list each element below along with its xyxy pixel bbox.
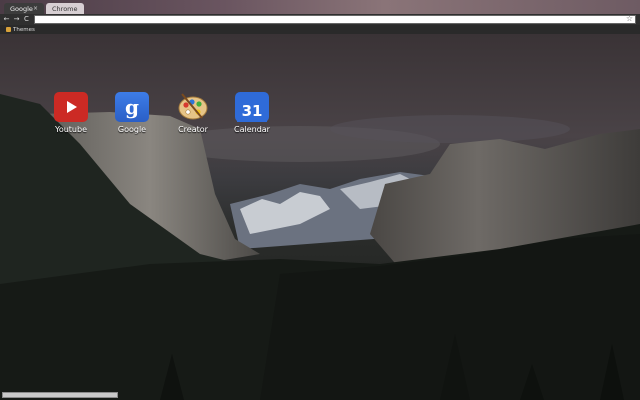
address-bar[interactable]: ☆ xyxy=(34,14,636,24)
reload-icon[interactable]: C xyxy=(22,14,31,25)
app-label: Google xyxy=(117,125,147,134)
app-calendar[interactable]: 31 Calendar xyxy=(224,92,280,134)
app-label: Creator xyxy=(178,125,208,134)
valley-landscape-image xyxy=(0,94,640,400)
app-youtube[interactable]: Youtube xyxy=(43,92,99,134)
bookmark-star-icon[interactable]: ☆ xyxy=(626,14,633,23)
google-icon: g xyxy=(115,92,149,122)
tab-google[interactable]: Google × xyxy=(4,3,44,14)
browser-toolbar: ← → C ☆ xyxy=(0,14,640,25)
tab-label: Chrome xyxy=(52,4,78,13)
tab-label: Google xyxy=(10,4,33,13)
app-label: Calendar xyxy=(234,125,270,134)
bookmarks-bar: Themes xyxy=(0,25,640,34)
new-tab-background: Youtube g Google Creator 31 Calendar xyxy=(0,34,640,400)
close-tab-icon[interactable]: × xyxy=(33,5,38,12)
back-arrow-icon[interactable]: ← xyxy=(2,14,11,25)
tab-chrome[interactable]: Chrome xyxy=(46,3,84,14)
app-google[interactable]: g Google xyxy=(104,92,160,134)
bookmark-label: Themes xyxy=(13,26,35,33)
youtube-icon xyxy=(54,92,88,122)
forward-arrow-icon[interactable]: → xyxy=(12,14,21,25)
folder-icon xyxy=(6,27,11,32)
palette-icon xyxy=(176,92,210,122)
title-bar: Google × Chrome xyxy=(0,0,640,14)
google-glyph: g xyxy=(125,95,139,119)
app-label: Youtube xyxy=(55,125,87,134)
calendar-day: 31 xyxy=(237,100,267,122)
status-bar xyxy=(2,392,118,398)
calendar-icon: 31 xyxy=(235,92,269,122)
bookmark-themes[interactable]: Themes xyxy=(6,25,35,34)
app-creator[interactable]: Creator xyxy=(165,92,221,134)
